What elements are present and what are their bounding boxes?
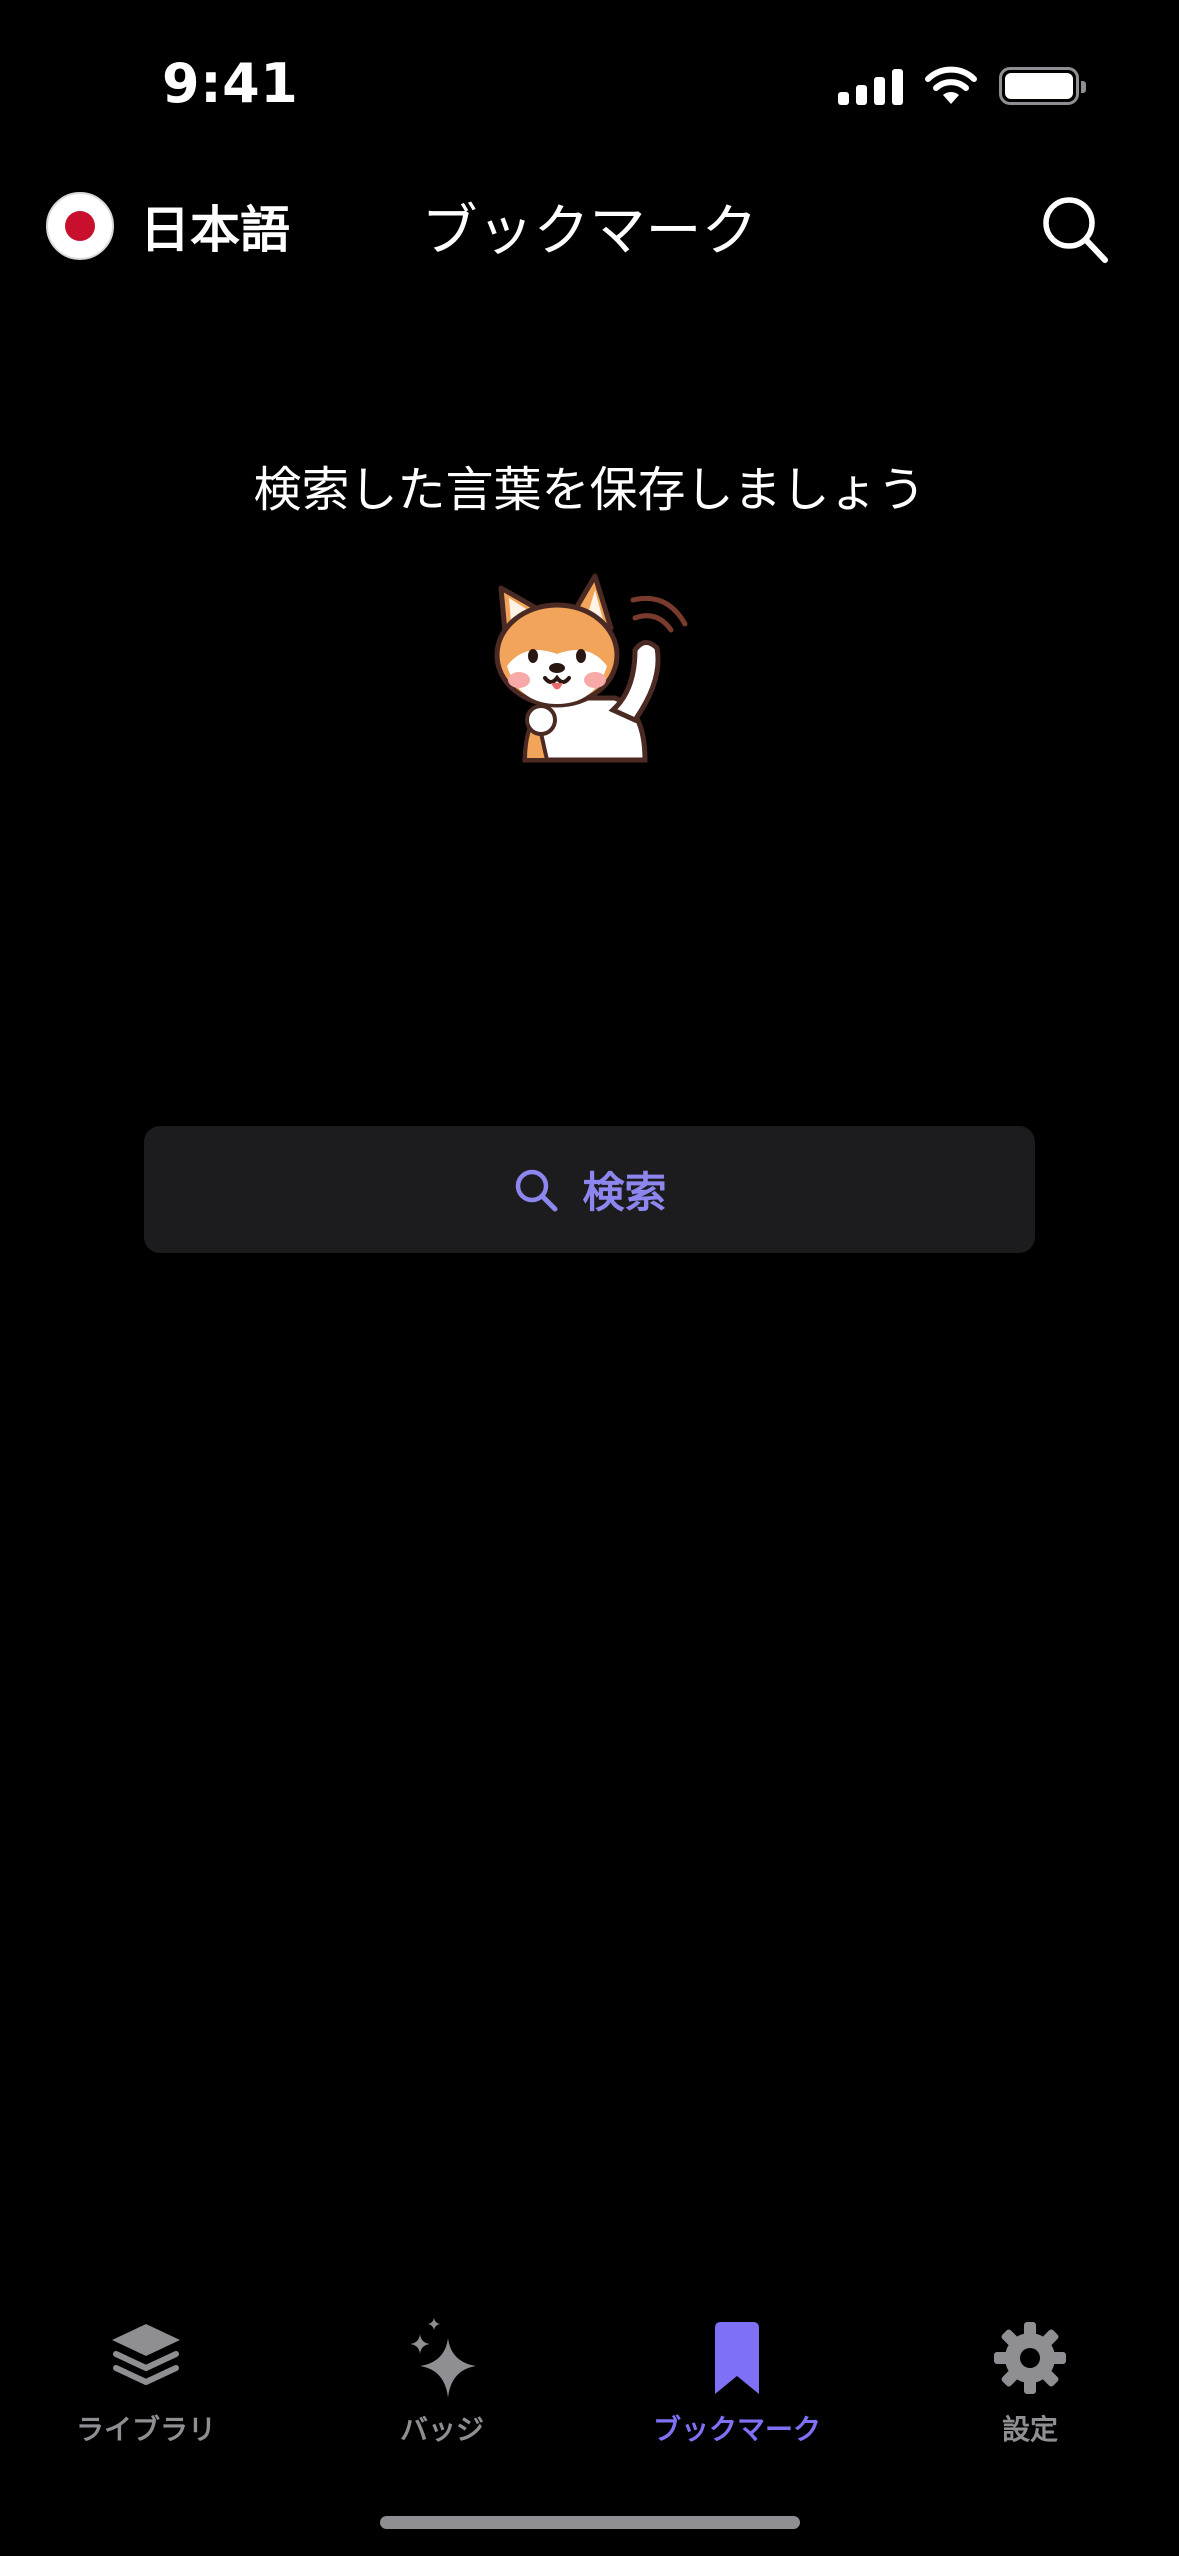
tab-settings[interactable]: 設定	[930, 2316, 1130, 2448]
tab-bookmarks[interactable]: ブックマーク	[637, 2316, 837, 2448]
sparkles-icon	[410, 2318, 476, 2398]
tab-badges[interactable]: バッジ	[342, 2316, 542, 2448]
tab-library[interactable]: ライブラリ	[46, 2316, 246, 2448]
empty-state-message: 検索した言葉を保存しましょう	[253, 462, 926, 518]
tab-settings-label: 設定	[1001, 2413, 1058, 2446]
tab-bar: ライブラリ バッジ ブックマーク 設定	[0, 2316, 1179, 2466]
battery-icon	[999, 67, 1086, 105]
search-icon	[516, 1169, 558, 1211]
status-time: 9:41	[162, 52, 299, 115]
tab-bookmarks-label: ブックマーク	[652, 2413, 821, 2446]
shiba-mascot-illustration	[494, 573, 688, 763]
tab-badges-label: バッジ	[399, 2413, 484, 2446]
cellular-signal-icon	[838, 67, 903, 105]
home-indicator[interactable]	[380, 2516, 800, 2529]
tab-library-label: ライブラリ	[75, 2413, 216, 2446]
status-icons	[838, 62, 1086, 110]
layers-icon	[112, 2324, 180, 2385]
search-button-label: 検索	[582, 1168, 667, 1217]
gear-icon	[994, 2322, 1066, 2394]
search-icon[interactable]	[1035, 190, 1115, 270]
search-button[interactable]: 検索	[144, 1126, 1035, 1253]
wifi-icon	[925, 66, 977, 104]
page-title: ブックマーク	[421, 199, 758, 264]
bookmark-icon	[715, 2322, 759, 2394]
